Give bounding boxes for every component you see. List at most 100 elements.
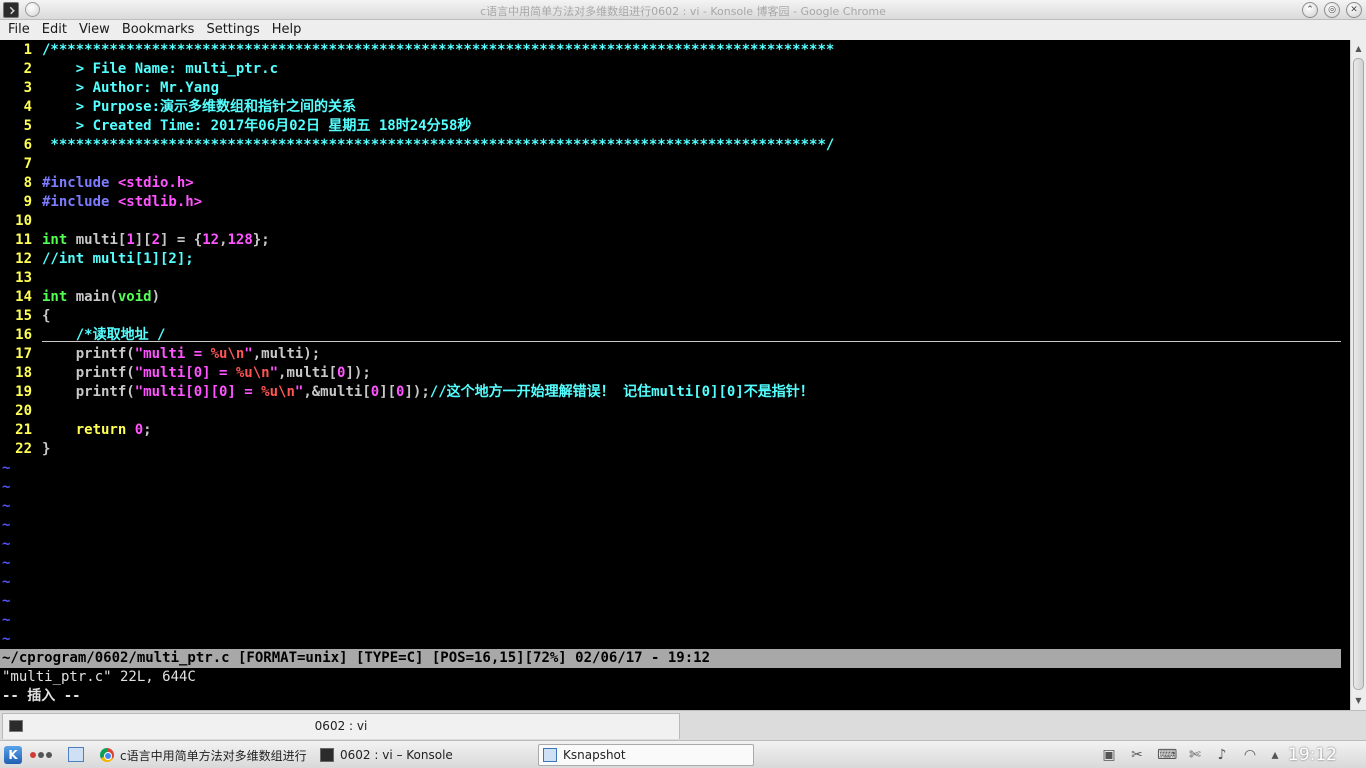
code-line[interactable]: 16 /*读取地址*/ — [0, 326, 165, 345]
task-ksnapshot[interactable]: Ksnapshot — [538, 744, 754, 766]
minimize-button[interactable]: ⌃ — [1302, 2, 1318, 18]
line-number: 2 — [23, 61, 32, 77]
wifi-icon[interactable]: ◠ — [1241, 747, 1259, 763]
konsole-tab-label: 0602 : vi — [314, 719, 368, 733]
window-title: c语言中用简单方法对多维数组进行0602 : vi - Konsole 博客园 … — [480, 5, 886, 18]
scroll-down-icon[interactable]: ▼ — [1353, 695, 1364, 706]
tools-icon[interactable]: ✂ — [1128, 747, 1146, 763]
code-line[interactable]: 4 > Purpose:演示多维数组和指针之间的关系 — [0, 98, 356, 117]
clock[interactable]: 19:12 — [1288, 745, 1337, 765]
code-line[interactable]: 7 — [0, 155, 42, 174]
line-number: 15 — [15, 308, 32, 324]
code-token: /***************************************… — [42, 42, 835, 58]
line-number: 6 — [23, 137, 32, 153]
task-konsole[interactable]: 0602 : vi – Konsole — [316, 744, 530, 766]
kde-menu-icon[interactable]: K — [4, 746, 22, 764]
scissors-icon[interactable]: ✄ — [1186, 747, 1204, 763]
code-token: printf( — [42, 365, 135, 381]
empty-line-tilde: ~ — [2, 517, 11, 533]
code-token: //这个地方一开始理解错误！ 记住multi[0][0]不是指针！ — [429, 384, 814, 400]
code-token: int — [42, 289, 68, 305]
menu-help[interactable]: Help — [266, 20, 308, 40]
code-line[interactable]: 2 > File Name: multi_ptr.c — [0, 60, 278, 79]
code-token: "multi[0][0] = — [134, 384, 262, 400]
code-token: void — [117, 289, 152, 305]
code-line[interactable]: 5 > Created Time: 2017年06月02日 星期五 18时24分… — [0, 117, 472, 136]
code-line[interactable]: 18 printf("multi[0] = %u\n",multi[0]); — [0, 364, 371, 383]
konsole-tabbar: 0602 : vi — [0, 710, 1366, 740]
line-number: 20 — [15, 403, 32, 419]
code-token: ] = { — [160, 232, 203, 248]
line-number: 21 — [15, 422, 32, 438]
menu-file[interactable]: File — [2, 20, 36, 40]
konsole-icon — [320, 748, 334, 762]
code-token: <stdlib.h> — [117, 194, 203, 210]
line-number: 18 — [15, 365, 32, 381]
code-line[interactable]: 21 return 0; — [0, 421, 152, 440]
code-line[interactable]: 6 **************************************… — [0, 136, 835, 155]
code-line[interactable]: 10 — [0, 212, 42, 231]
empty-line-tilde: ~ — [2, 460, 11, 476]
code-line[interactable]: 3 > Author: Mr.Yang — [0, 79, 219, 98]
window-titlebar: c语言中用简单方法对多维数组进行0602 : vi - Konsole 博客园 … — [0, 0, 1366, 20]
menu-settings[interactable]: Settings — [200, 20, 265, 40]
code-line[interactable]: 19 printf("multi[0][0] = %u\n",&multi[0]… — [0, 383, 814, 402]
text-cursor: * — [148, 327, 158, 343]
code-line[interactable]: 12 //int multi[1][2]; — [0, 250, 194, 269]
maximize-button[interactable]: ◎ — [1324, 2, 1340, 18]
scroll-up-icon[interactable]: ▲ — [1353, 43, 1364, 54]
code-line[interactable]: 11 int multi[1][2] = {12,128}; — [0, 231, 270, 250]
code-token: , — [219, 232, 228, 248]
empty-line-tilde: ~ — [2, 498, 11, 514]
pager-dots-icon[interactable] — [30, 750, 54, 760]
scrollbar-thumb[interactable] — [1353, 58, 1364, 690]
close-button[interactable]: ✕ — [1346, 2, 1362, 18]
code-token: "multi = — [134, 346, 211, 362]
line-number: 22 — [15, 441, 32, 457]
code-token: ****************************************… — [42, 137, 835, 153]
code-token: %u\n — [235, 365, 270, 381]
empty-line-tilde: ~ — [2, 612, 11, 628]
code-line[interactable]: 22} — [0, 440, 50, 459]
code-line[interactable]: 9 #include <stdlib.h> — [0, 193, 203, 212]
terminal-scrollbar[interactable]: ▲ ▼ — [1350, 40, 1366, 710]
code-line[interactable]: 20 — [0, 402, 42, 421]
code-token: %u\n — [210, 346, 245, 362]
keyboard-icon[interactable]: ⌨ — [1157, 747, 1177, 763]
volume-icon[interactable]: ♪ — [1213, 747, 1231, 763]
show-desktop-icon[interactable] — [68, 747, 84, 762]
task-chrome[interactable]: c语言中用简单方法对多维数组进行 — [96, 744, 310, 766]
code-token: ]); — [404, 384, 430, 400]
terminal-view[interactable]: ~/cprogram/0602/multi_ptr.c [FORMAT=unix… — [0, 40, 1350, 710]
line-number: 11 — [15, 232, 32, 248]
line-number: 7 — [23, 156, 32, 172]
terminal-tray-icon[interactable]: ▣ — [1100, 747, 1118, 763]
menu-view[interactable]: View — [73, 20, 116, 40]
line-number: 17 — [15, 346, 32, 362]
code-token: > File Name: multi_ptr.c — [42, 61, 279, 77]
empty-line-tilde: ~ — [2, 593, 11, 609]
line-number: 4 — [23, 99, 32, 115]
code-line[interactable]: 15 { — [0, 307, 50, 326]
line-number: 9 — [23, 194, 32, 210]
code-line[interactable]: 13 — [0, 269, 42, 288]
code-line[interactable]: 1 /**************************************… — [0, 41, 835, 60]
code-token: ; — [143, 422, 152, 438]
code-token: %u\n — [261, 384, 295, 400]
chevron-up-icon[interactable]: ▴ — [1266, 747, 1284, 763]
task-konsole-label: 0602 : vi – Konsole — [340, 748, 453, 762]
code-token: 128 — [227, 232, 253, 248]
menu-edit[interactable]: Edit — [36, 20, 73, 40]
code-line[interactable]: 17 printf("multi = %u\n",multi); — [0, 345, 320, 364]
code-token: 1 — [126, 232, 135, 248]
code-token: 0 — [370, 384, 380, 400]
konsole-tab[interactable]: 0602 : vi — [2, 713, 680, 739]
code-token: / — [157, 327, 166, 343]
vim-mode-message: -- 插入 -- — [2, 688, 81, 704]
code-line[interactable]: 8 #include <stdio.h> — [0, 174, 194, 193]
menu-bookmarks[interactable]: Bookmarks — [116, 20, 201, 40]
code-token: ][ — [134, 232, 152, 248]
code-line[interactable]: 14 int main(void) — [0, 288, 160, 307]
code-token: ,&multi[ — [303, 384, 371, 400]
